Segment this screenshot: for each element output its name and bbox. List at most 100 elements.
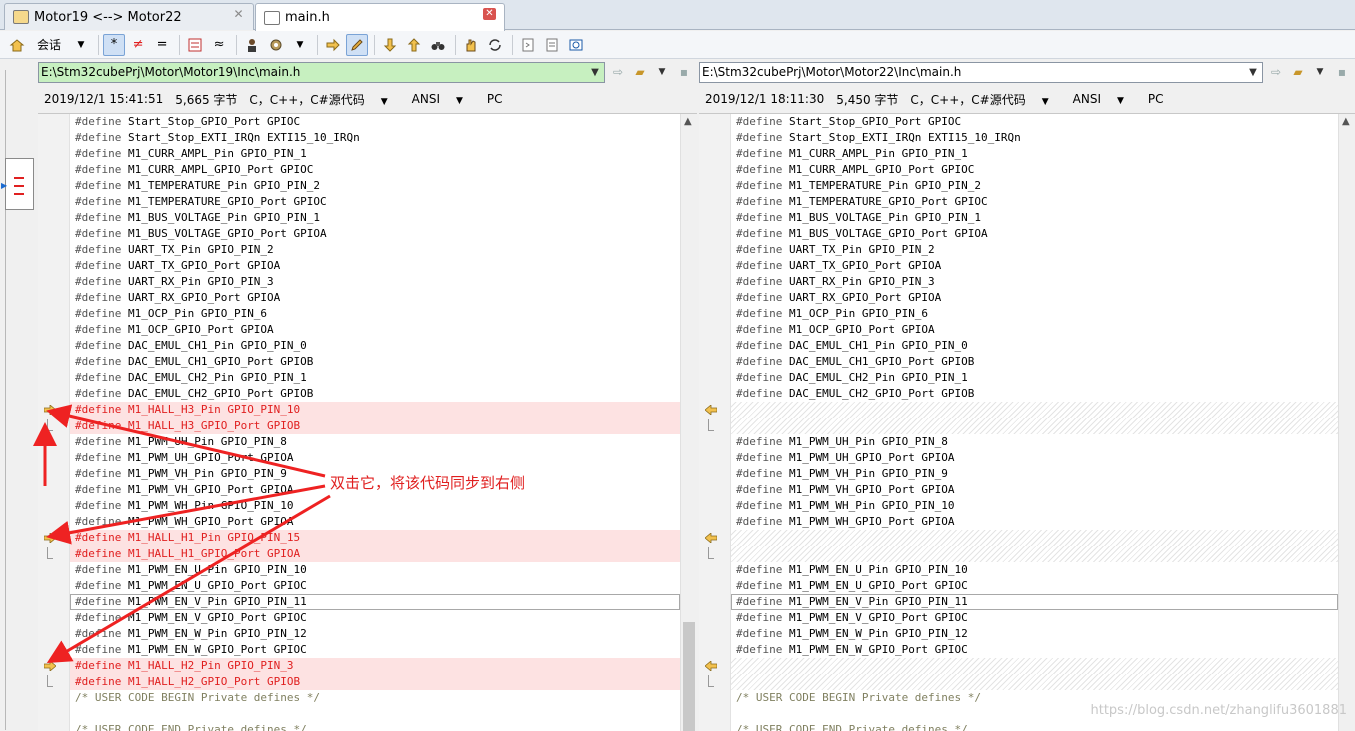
code-line[interactable]: #define M1_PWM_EN_W_Pin GPIO_PIN_12: [731, 626, 1338, 642]
code-line[interactable]: /* USER CODE END Private defines */: [731, 722, 1338, 731]
code-line[interactable]: #define M1_PWM_EN_U_GPIO_Port GPIOC: [70, 578, 680, 594]
chevron-down-icon[interactable]: ▼: [1246, 65, 1260, 80]
copy-right-arrow-icon[interactable]: [44, 661, 56, 671]
code-line[interactable]: #define M1_TEMPERATURE_GPIO_Port GPIOC: [70, 194, 680, 210]
session-menu-button[interactable]: 会话: [30, 34, 68, 56]
diff-line[interactable]: #define M1_HALL_H2_GPIO_Port GPIOB: [70, 674, 680, 690]
code-line[interactable]: [70, 706, 680, 722]
home-icon[interactable]: [6, 34, 28, 56]
approx-button[interactable]: ≈: [208, 34, 230, 56]
code-line[interactable]: #define M1_PWM_WH_GPIO_Port GPIOA: [731, 514, 1338, 530]
code-line[interactable]: #define M1_BUS_VOLTAGE_Pin GPIO_PIN_1: [731, 210, 1338, 226]
doc-icon[interactable]: [517, 34, 539, 56]
code-line[interactable]: #define M1_PWM_EN_U_Pin GPIO_PIN_10: [70, 562, 680, 578]
doc2-icon[interactable]: [541, 34, 563, 56]
left-scrollbar[interactable]: ▲: [680, 114, 697, 731]
code-line[interactable]: #define UART_TX_GPIO_Port GPIOA: [731, 258, 1338, 274]
code-line[interactable]: #define M1_PWM_EN_V_GPIO_Port GPIOC: [70, 610, 680, 626]
code-line[interactable]: #define M1_PWM_UH_Pin GPIO_PIN_8: [731, 434, 1338, 450]
code-line[interactable]: #define Start_Stop_EXTI_IRQn EXTI15_10_I…: [70, 130, 680, 146]
code-line[interactable]: #define M1_PWM_EN_W_GPIO_Port GPIOC: [731, 642, 1338, 658]
code-line[interactable]: #define UART_RX_Pin GPIO_PIN_3: [731, 274, 1338, 290]
close-icon[interactable]: ✕: [232, 8, 245, 20]
gap-line[interactable]: [731, 674, 1338, 690]
code-line[interactable]: #define M1_BUS_VOLTAGE_GPIO_Port GPIOA: [731, 226, 1338, 242]
tab-session[interactable]: Motor19 <--> Motor22 ✕: [4, 3, 254, 30]
copy-left-arrow-icon[interactable]: [705, 661, 717, 671]
code-line[interactable]: #define DAC_EMUL_CH2_Pin GPIO_PIN_1: [731, 370, 1338, 386]
left-path-input[interactable]: E:\Stm32cubePrj\Motor\Motor19\Inc\main.h…: [38, 61, 605, 83]
show-all-button[interactable]: *: [103, 33, 126, 56]
code-line[interactable]: #define DAC_EMUL_CH1_Pin GPIO_PIN_0: [731, 338, 1338, 354]
code-line[interactable]: #define DAC_EMUL_CH2_GPIO_Port GPIOB: [70, 386, 680, 402]
chevron-down-icon[interactable]: ▼: [70, 34, 92, 56]
code-line[interactable]: #define M1_TEMPERATURE_GPIO_Port GPIOC: [731, 194, 1338, 210]
code-line[interactable]: #define DAC_EMUL_CH1_Pin GPIO_PIN_0: [70, 338, 680, 354]
diff-line[interactable]: #define M1_HALL_H3_GPIO_Port GPIOB: [70, 418, 680, 434]
code-line[interactable]: #define Start_Stop_GPIO_Port GPIOC: [70, 114, 680, 130]
gap-line[interactable]: [731, 546, 1338, 562]
save-icon[interactable]: ▪: [675, 64, 693, 80]
scroll-up-icon[interactable]: ▲: [1342, 116, 1350, 127]
code-line[interactable]: #define DAC_EMUL_CH2_Pin GPIO_PIN_1: [70, 370, 680, 386]
show-diffs-button[interactable]: ≠: [127, 34, 149, 56]
code-line[interactable]: #define M1_PWM_EN_V_Pin GPIO_PIN_11: [70, 594, 680, 610]
diff-line[interactable]: #define M1_HALL_H3_Pin GPIO_PIN_10: [70, 402, 680, 418]
open-folder-icon[interactable]: ▰: [1289, 64, 1307, 80]
code-line[interactable]: #define M1_OCP_GPIO_Port GPIOA: [731, 322, 1338, 338]
diff-line[interactable]: #define M1_HALL_H1_Pin GPIO_PIN_15: [70, 530, 680, 546]
code-line[interactable]: #define M1_PWM_WH_GPIO_Port GPIOA: [70, 514, 680, 530]
diff-line[interactable]: #define M1_HALL_H2_Pin GPIO_PIN_3: [70, 658, 680, 674]
arrow-right-icon[interactable]: [322, 34, 344, 56]
copy-left-arrow-icon[interactable]: [705, 533, 717, 543]
code-line[interactable]: #define DAC_EMUL_CH2_GPIO_Port GPIOB: [731, 386, 1338, 402]
open-folder-icon[interactable]: ▰: [631, 64, 649, 80]
code-line[interactable]: /* USER CODE BEGIN Private defines */: [70, 690, 680, 706]
code-line[interactable]: #define M1_BUS_VOLTAGE_GPIO_Port GPIOA: [70, 226, 680, 242]
chevron-down-icon[interactable]: ▼: [588, 65, 602, 80]
code-line[interactable]: #define M1_PWM_WH_Pin GPIO_PIN_10: [70, 498, 680, 514]
copy-left-arrow-icon[interactable]: [705, 405, 717, 415]
code-line[interactable]: #define DAC_EMUL_CH1_GPIO_Port GPIOB: [70, 354, 680, 370]
code-line[interactable]: #define UART_TX_GPIO_Port GPIOA: [70, 258, 680, 274]
code-line[interactable]: #define M1_PWM_VH_GPIO_Port GPIOA: [731, 482, 1338, 498]
overview-thumb[interactable]: ▶: [1, 158, 34, 210]
chevron-down-icon[interactable]: ▼: [1311, 64, 1329, 80]
code-line[interactable]: #define M1_CURR_AMPL_GPIO_Port GPIOC: [70, 162, 680, 178]
code-line[interactable]: #define UART_RX_GPIO_Port GPIOA: [70, 290, 680, 306]
code-line[interactable]: #define M1_PWM_EN_V_GPIO_Port GPIOC: [731, 610, 1338, 626]
tab-main-h[interactable]: main.h ✕: [255, 3, 505, 31]
code-line[interactable]: #define M1_CURR_AMPL_Pin GPIO_PIN_1: [70, 146, 680, 162]
code-line[interactable]: #define M1_PWM_UH_GPIO_Port GPIOA: [731, 450, 1338, 466]
right-code-area[interactable]: #define Start_Stop_GPIO_Port GPIOC #defin…: [699, 113, 1355, 731]
code-line[interactable]: #define M1_TEMPERATURE_Pin GPIO_PIN_2: [731, 178, 1338, 194]
right-encoding-menu[interactable]: ANSI ▼: [1073, 92, 1136, 106]
nav-arrow-icon[interactable]: ⇨: [609, 64, 627, 80]
nav-arrow-icon[interactable]: ⇨: [1267, 64, 1285, 80]
diff-rules-icon[interactable]: [184, 34, 206, 56]
pencil-icon[interactable]: [346, 33, 369, 56]
right-path-input[interactable]: E:\Stm32cubePrj\Motor\Motor22\Inc\main.h…: [699, 61, 1263, 83]
chevron-down-icon[interactable]: ▼: [653, 64, 671, 80]
web-icon[interactable]: [565, 34, 587, 56]
code-line[interactable]: /* USER CODE END Private defines */: [70, 722, 680, 731]
copy-right-arrow-icon[interactable]: [44, 533, 56, 543]
code-line[interactable]: #define Start_Stop_EXTI_IRQn EXTI15_10_I…: [731, 130, 1338, 146]
code-line[interactable]: #define M1_CURR_AMPL_GPIO_Port GPIOC: [731, 162, 1338, 178]
code-line[interactable]: #define M1_PWM_UH_GPIO_Port GPIOA: [70, 450, 680, 466]
diff-line[interactable]: #define M1_HALL_H1_GPIO_Port GPIOA: [70, 546, 680, 562]
arrow-down-icon[interactable]: [379, 34, 401, 56]
code-line[interactable]: #define M1_PWM_VH_Pin GPIO_PIN_9: [731, 466, 1338, 482]
code-line[interactable]: #define M1_CURR_AMPL_Pin GPIO_PIN_1: [731, 146, 1338, 162]
gap-line[interactable]: [731, 530, 1338, 546]
save-icon[interactable]: ▪: [1333, 64, 1351, 80]
code-line[interactable]: #define UART_RX_Pin GPIO_PIN_3: [70, 274, 680, 290]
code-line[interactable]: #define M1_PWM_EN_U_GPIO_Port GPIOC: [731, 578, 1338, 594]
code-line[interactable]: #define M1_PWM_EN_V_Pin GPIO_PIN_11: [731, 594, 1338, 610]
code-line[interactable]: #define M1_OCP_GPIO_Port GPIOA: [70, 322, 680, 338]
code-line[interactable]: #define M1_PWM_EN_W_GPIO_Port GPIOC: [70, 642, 680, 658]
person-icon[interactable]: [241, 34, 263, 56]
left-scroll-thumb[interactable]: [683, 622, 695, 731]
arrow-up-icon[interactable]: [403, 34, 425, 56]
code-line[interactable]: #define UART_TX_Pin GPIO_PIN_2: [70, 242, 680, 258]
